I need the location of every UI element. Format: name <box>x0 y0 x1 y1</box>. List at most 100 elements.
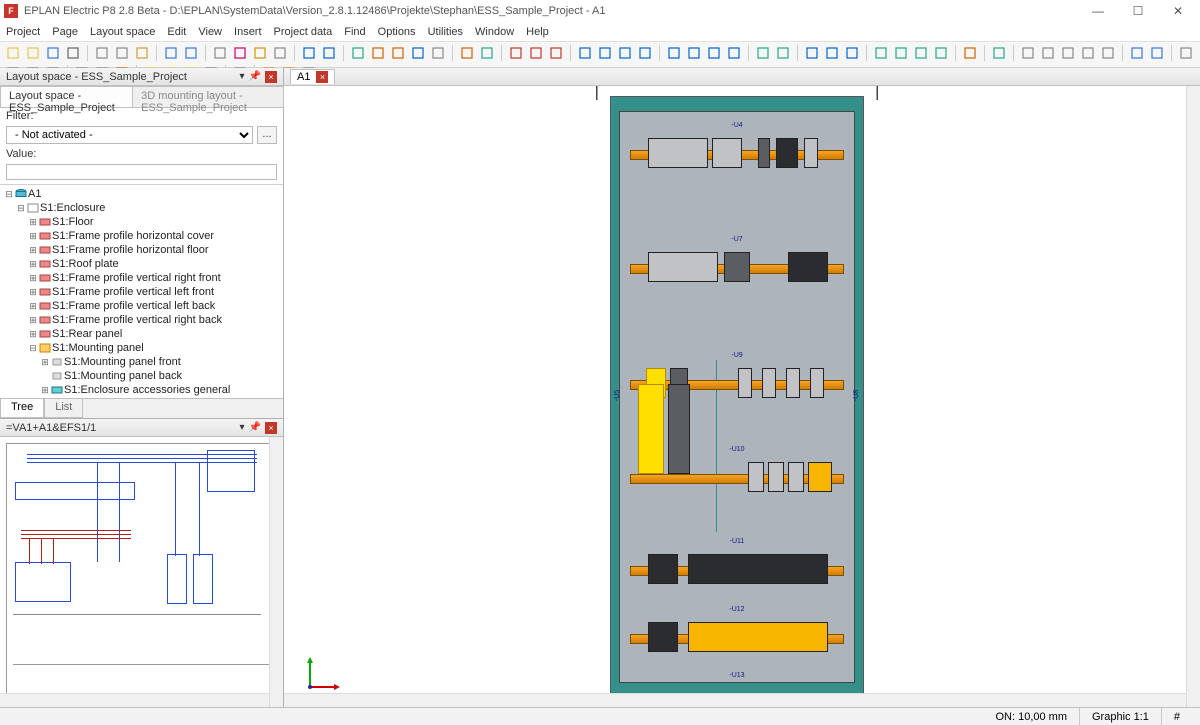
redo-icon[interactable] <box>182 44 200 62</box>
lr2-icon[interactable] <box>823 44 841 62</box>
tree-node[interactable]: ⊞S1:Enclosure accessories general <box>4 383 279 397</box>
menu-help[interactable]: Help <box>526 26 549 38</box>
tree-expander-icon[interactable]: ⊞ <box>28 273 38 284</box>
tab-list[interactable]: List <box>44 399 83 418</box>
panel-dropdown-icon[interactable]: ▾ <box>240 71 245 83</box>
h2-icon[interactable] <box>892 44 910 62</box>
mounting-rail[interactable]: -U4 <box>628 132 846 178</box>
layers-icon[interactable] <box>349 44 367 62</box>
tree-node[interactable]: ⊞S1:Frame profile horizontal cover <box>4 229 279 243</box>
v1-icon[interactable] <box>961 44 979 62</box>
menu-page[interactable]: Page <box>52 26 78 38</box>
grid1-icon[interactable] <box>1177 44 1195 62</box>
snap-icon[interactable] <box>320 44 338 62</box>
wire-remove-icon[interactable] <box>705 44 723 62</box>
component[interactable] <box>648 252 718 282</box>
back-icon[interactable] <box>1128 44 1146 62</box>
menu-edit[interactable]: Edit <box>167 26 186 38</box>
tree-expander-icon[interactable]: ⊞ <box>40 385 50 396</box>
brush-icon[interactable] <box>231 44 249 62</box>
open-icon[interactable] <box>24 44 42 62</box>
canvas-scrollbar-v[interactable] <box>1186 86 1200 707</box>
maximize-button[interactable]: ☐ <box>1126 3 1150 19</box>
preview-canvas[interactable] <box>0 437 283 707</box>
menu-utilities[interactable]: Utilities <box>428 26 463 38</box>
tab-tree[interactable]: Tree <box>0 399 44 418</box>
wire-add-icon[interactable] <box>685 44 703 62</box>
component[interactable] <box>748 462 764 492</box>
new-icon[interactable] <box>4 44 22 62</box>
mounting-rail[interactable]: -U7 <box>628 246 846 292</box>
tree-expander-icon[interactable]: ⊟ <box>16 203 26 214</box>
tree-expander-icon[interactable]: ⊟ <box>4 189 14 200</box>
component[interactable] <box>688 554 828 584</box>
node3-icon[interactable] <box>547 44 565 62</box>
preview-scrollbar-v[interactable] <box>269 437 283 707</box>
tree-expander-icon[interactable]: ⊞ <box>40 357 50 368</box>
preview-scrollbar-h[interactable] <box>0 693 269 707</box>
menu-insert[interactable]: Insert <box>234 26 262 38</box>
panel2d-icon[interactable] <box>596 44 614 62</box>
print-icon[interactable] <box>64 44 82 62</box>
measure-icon[interactable] <box>369 44 387 62</box>
tree-node[interactable]: ⊞S1:Frame profile horizontal floor <box>4 243 279 257</box>
tree-expander-icon[interactable]: ⊟ <box>28 343 38 354</box>
tree-expander-icon[interactable]: ⊞ <box>28 245 38 256</box>
menu-project-data[interactable]: Project data <box>274 26 333 38</box>
tree-expander-icon[interactable]: ⊞ <box>28 287 38 298</box>
component[interactable] <box>804 138 818 168</box>
component[interactable] <box>768 462 784 492</box>
component[interactable] <box>762 368 776 398</box>
canvas-tab-a1[interactable]: A1 × <box>290 69 335 84</box>
component[interactable] <box>758 138 770 168</box>
pan-icon[interactable] <box>211 44 229 62</box>
tree-expander-icon[interactable]: ⊞ <box>28 315 38 326</box>
save-icon[interactable] <box>44 44 62 62</box>
component[interactable] <box>668 384 690 474</box>
mounting-rail[interactable]: -U12 <box>628 616 846 662</box>
component[interactable] <box>738 368 752 398</box>
find-icon[interactable] <box>1019 44 1037 62</box>
component[interactable] <box>712 138 742 168</box>
cut-icon[interactable] <box>93 44 111 62</box>
mounting-rail[interactable]: -U11 <box>628 548 846 594</box>
filter-select[interactable]: - Not activated - <box>6 126 253 144</box>
tree-expander-icon[interactable]: ⊞ <box>28 301 38 312</box>
select-icon[interactable] <box>409 44 427 62</box>
cog-icon[interactable] <box>429 44 447 62</box>
tree-node[interactable]: ⊟S1:Enclosure <box>4 201 279 215</box>
tab-layout-space[interactable]: Layout space - ESS_Sample_Project <box>0 86 133 107</box>
paste-icon[interactable] <box>133 44 151 62</box>
menu-options[interactable]: Options <box>378 26 416 38</box>
component[interactable] <box>786 368 800 398</box>
tree-expander-icon[interactable]: ⊞ <box>28 217 38 228</box>
panel-close-icon[interactable]: × <box>265 71 277 83</box>
wire-route-icon[interactable] <box>725 44 743 62</box>
minimize-button[interactable]: — <box>1086 3 1110 19</box>
tree-node[interactable]: ⊞S1:Frame profile vertical left back <box>4 299 279 313</box>
tag-icon[interactable] <box>389 44 407 62</box>
eraser-icon[interactable] <box>271 44 289 62</box>
pencil-icon[interactable] <box>251 44 269 62</box>
menu-project[interactable]: Project <box>6 26 40 38</box>
tree-node[interactable]: S1:Mounting panel back <box>4 369 279 383</box>
preview-close-icon[interactable]: × <box>265 422 277 434</box>
menu-layout-space[interactable]: Layout space <box>90 26 155 38</box>
tree-expander-icon[interactable]: ⊞ <box>28 329 38 340</box>
tree-node[interactable]: ⊞S1:Mounting panel front <box>4 355 279 369</box>
lr1-icon[interactable] <box>803 44 821 62</box>
value-input[interactable] <box>6 164 277 180</box>
copy-icon[interactable] <box>113 44 131 62</box>
zoom-out-icon[interactable] <box>1059 44 1077 62</box>
pin-icon[interactable]: 📌 <box>249 71 261 83</box>
canvas-scrollbar-h[interactable] <box>284 693 1186 707</box>
component[interactable] <box>648 622 678 652</box>
component[interactable] <box>648 554 678 584</box>
tree-node[interactable]: ⊞S1:Floor <box>4 215 279 229</box>
zoom-fit-icon[interactable] <box>1079 44 1097 62</box>
tab-3d-mounting[interactable]: 3D mounting layout - ESS_Sample_Project <box>132 86 284 107</box>
preview-dropdown-icon[interactable]: ▾ <box>240 422 245 434</box>
preview-pin-icon[interactable]: 📌 <box>249 422 261 434</box>
tree-expander-icon[interactable]: ⊞ <box>28 231 38 242</box>
component[interactable] <box>776 138 798 168</box>
